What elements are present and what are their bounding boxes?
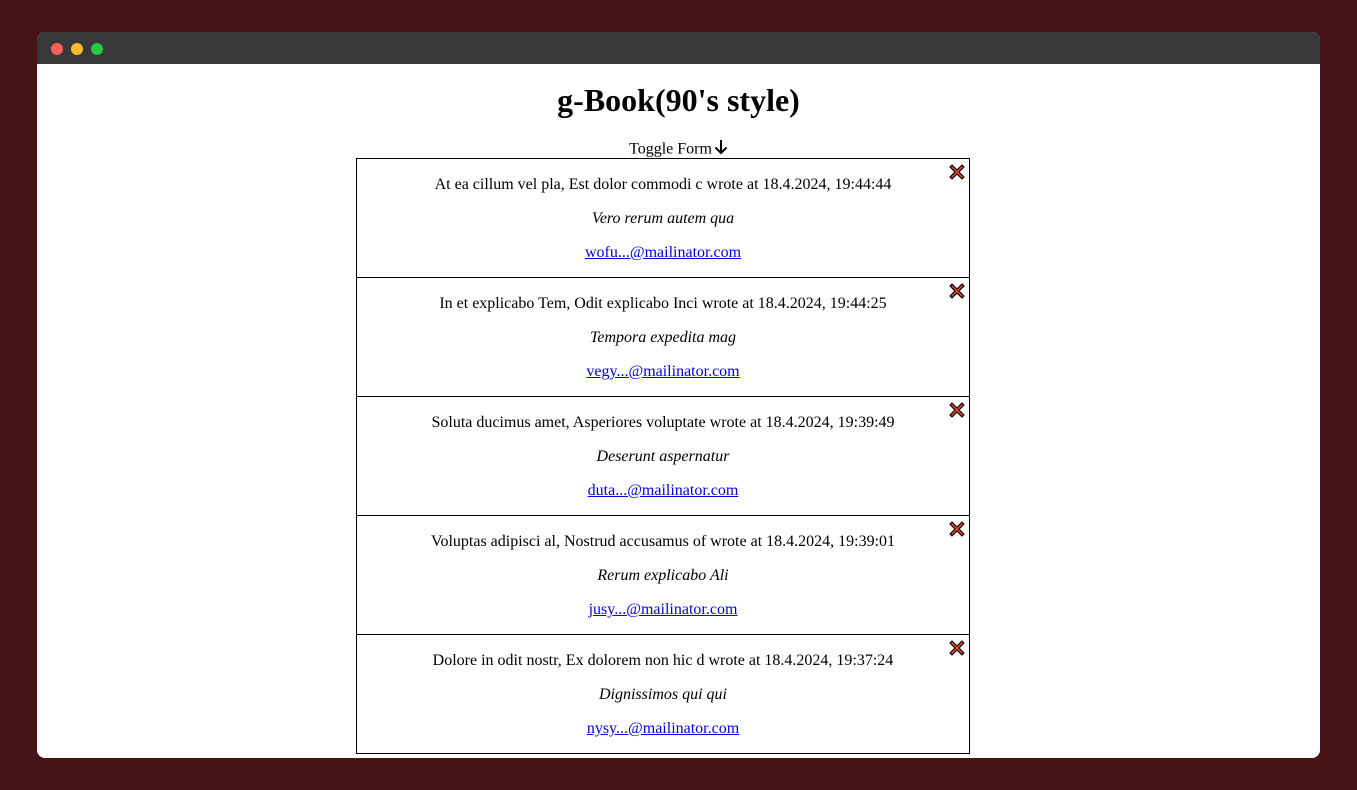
entry-header: Voluptas adipisci al, Nostrud accusamus … xyxy=(430,533,896,550)
window-titlebar xyxy=(37,32,1320,64)
page-title: g-Book(90's style) xyxy=(557,82,800,118)
entry-message: Rerum explicabo Ali xyxy=(597,567,729,584)
entry-email-link[interactable]: nysy...@mailinator.com xyxy=(587,720,739,737)
entry-message: Dignissimos qui qui xyxy=(598,686,727,703)
guestbook-entry: Voluptas adipisci al, Nostrud accusamus … xyxy=(356,515,970,635)
entry-email-link[interactable]: wofu...@mailinator.com xyxy=(585,244,741,261)
entry-email-link[interactable]: duta...@mailinator.com xyxy=(588,482,739,499)
entry-message: Tempora expedita mag xyxy=(589,329,737,346)
guestbook-entry: Soluta ducimus amet, Asperiores voluptat… xyxy=(356,396,970,516)
entry-header: Soluta ducimus amet, Asperiores voluptat… xyxy=(431,414,895,431)
entry-header: In et explicabo Tem, Odit explicabo Inci… xyxy=(439,295,887,312)
delete-entry-icon[interactable] xyxy=(947,162,967,182)
delete-entry-icon[interactable] xyxy=(947,281,967,301)
entry-message: Deserunt aspernatur xyxy=(596,448,730,465)
toggle-form-label: Toggle Form xyxy=(629,140,712,158)
entry-message: Vero rerum autem qua xyxy=(591,210,735,227)
delete-entry-icon[interactable] xyxy=(947,400,967,420)
delete-entry-icon[interactable] xyxy=(947,519,967,539)
browser-window: g-Book(90's style) Toggle Form At ea cil… xyxy=(37,32,1320,758)
maximize-window-button[interactable] xyxy=(91,43,103,55)
minimize-window-button[interactable] xyxy=(71,43,83,55)
delete-entry-icon[interactable] xyxy=(947,638,967,658)
entry-header: At ea cillum vel pla, Est dolor commodi … xyxy=(434,176,892,193)
entry-header: Dolore in odit nostr, Ex dolorem non hic… xyxy=(432,652,894,669)
page-content: g-Book(90's style) Toggle Form At ea cil… xyxy=(37,64,1320,758)
guestbook-entry: At ea cillum vel pla, Est dolor commodi … xyxy=(356,158,970,278)
guestbook-entries-list: At ea cillum vel pla, Est dolor commodi … xyxy=(356,158,970,754)
entry-email-link[interactable]: vegy...@mailinator.com xyxy=(586,363,739,380)
guestbook-entry: Dolore in odit nostr, Ex dolorem non hic… xyxy=(356,634,970,754)
entry-email-link[interactable]: jusy...@mailinator.com xyxy=(589,601,738,618)
guestbook-entry: In et explicabo Tem, Odit explicabo Inci… xyxy=(356,277,970,397)
close-window-button[interactable] xyxy=(51,43,63,55)
